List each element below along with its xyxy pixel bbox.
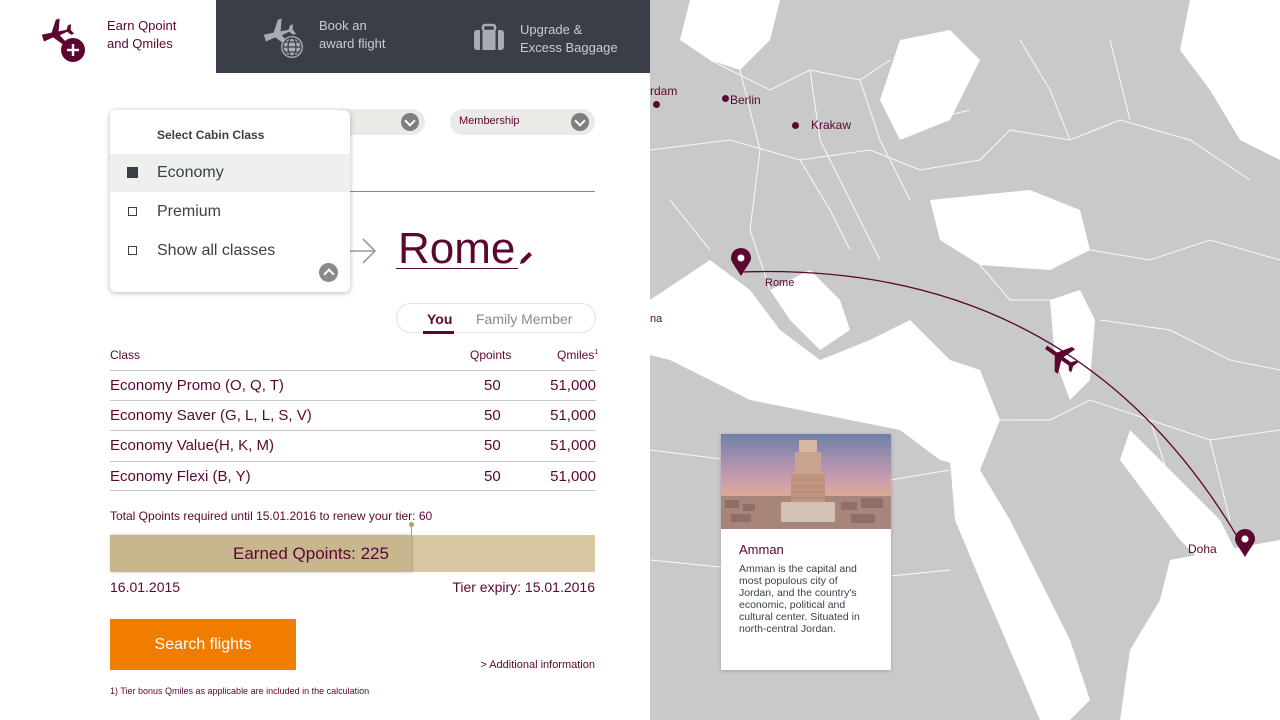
toggle-family-member[interactable]: Family Member bbox=[476, 311, 572, 327]
table-header-class: Class bbox=[110, 348, 141, 362]
table-row: Economy Promo (O, Q, T) 50 51,000 bbox=[110, 370, 596, 400]
tab-book-label: Book an award flight bbox=[319, 18, 386, 51]
earn-plane-plus-icon bbox=[41, 18, 85, 62]
qpoints-progress-bar: Earned Qpoints: 225 bbox=[110, 522, 595, 572]
row-class: Economy Promo (O, Q, T) bbox=[110, 377, 284, 394]
table-row: Economy Value(H, K, M) 50 51,000 bbox=[110, 430, 596, 460]
city-dot bbox=[653, 101, 660, 108]
progress-marker bbox=[409, 522, 414, 535]
tab-earn-label: Earn Qpoint and Qmiles bbox=[107, 18, 177, 51]
cabin-option-label: Show all classes bbox=[157, 242, 276, 259]
checkbox-empty-icon bbox=[128, 246, 137, 255]
dropdown-title: Select Cabin Class bbox=[157, 128, 265, 142]
search-flights-button[interactable]: Search flights bbox=[110, 619, 296, 670]
amman-photo bbox=[721, 434, 891, 529]
table-header-qmiles: Qmiles1 bbox=[557, 348, 598, 362]
row-qmiles: 51,000 bbox=[550, 437, 596, 454]
city-label-doha: Doha bbox=[1188, 542, 1217, 556]
city-dot bbox=[792, 122, 799, 129]
cabin-class-dropdown: Select Cabin Class Economy Premium Show … bbox=[110, 110, 350, 292]
checkbox-checked-icon bbox=[127, 167, 138, 178]
row-qmiles: 51,000 bbox=[550, 468, 596, 485]
cabin-option-economy[interactable]: Economy bbox=[110, 154, 350, 192]
checkbox-empty-icon bbox=[128, 207, 137, 216]
table-header-qmiles-footnote: 1 bbox=[594, 349, 599, 356]
city-label-krakaw: Krakaw bbox=[811, 118, 852, 132]
city-label-partial: na bbox=[650, 313, 663, 325]
row-class: Economy Saver (G, L, L, S, V) bbox=[110, 407, 312, 424]
table-row: Economy Saver (G, L, L, S, V) 50 51,000 bbox=[110, 400, 596, 430]
tier-expiry-date: Tier expiry: 15.01.2016 bbox=[452, 579, 595, 595]
row-qpoints: 50 bbox=[484, 468, 501, 485]
row-qmiles: 51,000 bbox=[550, 377, 596, 394]
tier-start-date: 16.01.2015 bbox=[110, 579, 181, 595]
info-card-title: Amman bbox=[739, 542, 784, 557]
destination-info-card[interactable]: Amman Amman is the capital and most popu… bbox=[721, 434, 891, 670]
destination-city-input[interactable]: Rome bbox=[398, 224, 515, 274]
cabin-option-all[interactable]: Show all classes bbox=[110, 232, 350, 270]
tab-upgrade-baggage[interactable]: Upgrade & Excess Baggage bbox=[446, 0, 650, 73]
footnote: 1) Tier bonus Qmiles as applicable are i… bbox=[110, 686, 370, 696]
origin-underline bbox=[350, 191, 595, 192]
toggle-you[interactable]: You bbox=[427, 311, 452, 327]
earned-qpoints-label: Earned Qpoints: 225 bbox=[233, 544, 389, 563]
traveller-toggle: You Family Member bbox=[396, 303, 596, 334]
table-header-qmiles-label: Qmiles bbox=[557, 348, 595, 362]
city-label-berlin: Berlin bbox=[730, 93, 761, 107]
row-class: Economy Value(H, K, M) bbox=[110, 437, 274, 454]
destination-underline bbox=[396, 268, 518, 269]
award-flight-globe-icon bbox=[263, 18, 303, 58]
arrow-right-icon bbox=[350, 238, 377, 264]
row-qmiles: 51,000 bbox=[550, 407, 596, 424]
row-class: Economy Flexi (B, Y) bbox=[110, 468, 251, 485]
row-qpoints: 50 bbox=[484, 377, 501, 394]
cabin-option-premium[interactable]: Premium bbox=[110, 193, 350, 231]
cabin-option-label: Premium bbox=[157, 203, 222, 220]
info-card-description: Amman is the capital and most populous c… bbox=[739, 563, 860, 635]
tab-book-award[interactable]: Book an award flight bbox=[216, 0, 446, 73]
chevron-down-icon bbox=[571, 113, 589, 131]
row-qpoints: 50 bbox=[484, 437, 501, 454]
table-row: Economy Flexi (B, Y) 50 51,000 bbox=[110, 461, 596, 491]
earn-panel: Earn Qpoint and Qmiles Book an award fli… bbox=[0, 0, 650, 720]
membership-select[interactable]: Membership bbox=[450, 109, 595, 135]
city-dot bbox=[722, 95, 729, 102]
tier-renew-text: Total Qpoints required until 15.01.2016 … bbox=[110, 509, 433, 523]
city-label-rome: Rome bbox=[765, 277, 795, 289]
city-label-amsterdam: rdam bbox=[650, 84, 678, 98]
tab-bar: Earn Qpoint and Qmiles Book an award fli… bbox=[0, 0, 650, 73]
tab-earn-qpoints[interactable]: Earn Qpoint and Qmiles bbox=[0, 0, 216, 73]
chevron-up-icon[interactable] bbox=[319, 263, 338, 282]
table-header-qpoints: Qpoints bbox=[470, 348, 512, 362]
toggle-active-indicator bbox=[423, 331, 454, 334]
row-qpoints: 50 bbox=[484, 407, 501, 424]
tab-upgrade-label: Upgrade & Excess Baggage bbox=[520, 22, 618, 55]
membership-select-value: Membership bbox=[459, 115, 520, 127]
baggage-icon bbox=[474, 23, 504, 50]
chevron-down-icon bbox=[401, 113, 419, 131]
additional-information-link[interactable]: > Additional information bbox=[480, 659, 595, 671]
pencil-edit-icon[interactable] bbox=[518, 250, 534, 266]
cabin-option-label: Economy bbox=[157, 164, 224, 181]
